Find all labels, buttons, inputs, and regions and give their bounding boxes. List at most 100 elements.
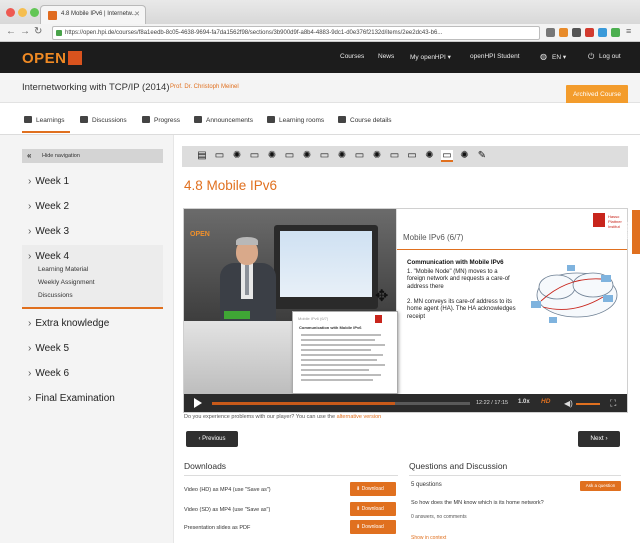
next-button[interactable]: Next ›	[578, 431, 620, 447]
sidebar-subitem-discussions[interactable]: Discussions	[38, 292, 73, 299]
chevron-right-icon: ›	[28, 226, 32, 237]
download-hd-video-button[interactable]: ⬇ Download	[350, 482, 396, 496]
nav-openhpi-student[interactable]: openHPI Student	[470, 53, 520, 60]
sidebar-item-label: Week 4	[35, 251, 70, 262]
extension-icon[interactable]	[559, 28, 568, 37]
sidebar-item-week-2[interactable]: › Week 2	[28, 201, 69, 212]
video-icon[interactable]: ▭	[441, 150, 453, 162]
forward-icon[interactable]: →	[20, 26, 30, 37]
edit-icon[interactable]: ✎	[476, 150, 488, 162]
previous-button[interactable]: ‹ Previous	[186, 431, 238, 447]
extension-icon[interactable]	[585, 28, 594, 37]
logo-text: OPEN	[22, 50, 67, 67]
site-header: OPEN Courses News My openHPI ▾ openHPI S…	[0, 42, 640, 73]
download-slides-button[interactable]: ⬇ Download	[350, 520, 396, 534]
feedback-tab[interactable]: Feedback	[624, 210, 640, 254]
preview-text-line	[301, 359, 377, 361]
download-sd-video-button[interactable]: ⬇ Download	[350, 502, 396, 516]
sidebar-item-week-5[interactable]: › Week 5	[28, 343, 69, 354]
volume-slider[interactable]	[576, 403, 600, 405]
close-tab-icon[interactable]: ✕	[134, 10, 140, 18]
video-icon[interactable]: ▭	[406, 150, 418, 162]
tools-icon[interactable]	[572, 28, 581, 37]
video-icon[interactable]: ▭	[284, 150, 296, 162]
playback-speed-button[interactable]: 1.0x	[518, 399, 530, 405]
extension-icon[interactable]	[598, 28, 607, 37]
seek-bar[interactable]	[212, 402, 470, 405]
window-minimize-button[interactable]	[18, 8, 27, 17]
tab-learnings[interactable]: Learnings	[24, 116, 65, 124]
video-icon[interactable]: ▭	[249, 150, 261, 162]
course-navigation: « Hide navigation	[0, 135, 174, 543]
slide-thumbnail-preview[interactable]: Mobile IPv6 (6/7) Communication with Mob…	[292, 311, 398, 394]
download-button-label: Download	[361, 524, 384, 530]
openhpi-logo[interactable]: OPEN	[22, 50, 82, 67]
sidebar-item-week-6[interactable]: › Week 6	[28, 368, 69, 379]
sidebar-item-week-4[interactable]: › Week 4	[28, 251, 69, 262]
question-title[interactable]: So how does the MN know which is its hom…	[411, 500, 544, 506]
reload-icon[interactable]: ↻	[34, 26, 42, 37]
volume-icon[interactable]: ◀)	[564, 399, 573, 408]
move-cursor-icon[interactable]: ✥	[375, 286, 388, 306]
sidebar-item-week-1[interactable]: › Week 1	[28, 176, 69, 187]
question-count: 5 questions	[411, 482, 442, 488]
url-field[interactable]: https://open.hpi.de/courses/f8a1eedb-8c0…	[52, 26, 540, 40]
video-icon[interactable]: ▭	[214, 150, 226, 162]
bulb-icon[interactable]: ✺	[424, 150, 436, 162]
slide-pane: Hasso Plattner Institut Mobile IPv6 (6/7…	[396, 209, 627, 394]
hd-toggle[interactable]: HD	[541, 398, 550, 405]
download-button-label: Download	[361, 486, 384, 492]
course-title[interactable]: Internetworking with TCP/IP (2014)	[22, 82, 170, 93]
bulb-icon[interactable]: ✺	[301, 150, 313, 162]
tab-course-details[interactable]: Course details	[338, 116, 392, 124]
menu-icon[interactable]: ≡	[626, 26, 631, 36]
extension-icon[interactable]	[611, 28, 620, 37]
video-player[interactable]: OPEN Hasso Plattner Institut Mobile IPv6…	[183, 208, 628, 413]
bulb-icon[interactable]: ✺	[459, 150, 471, 162]
questions-divider	[409, 475, 621, 476]
tab-progress[interactable]: Progress	[142, 116, 180, 124]
sidebar-item-extra-knowledge[interactable]: › Extra knowledge	[28, 318, 109, 329]
nav-logout[interactable]: Log out	[599, 53, 621, 60]
play-icon[interactable]	[194, 398, 202, 408]
bulb-icon[interactable]: ✺	[231, 150, 243, 162]
window-zoom-button[interactable]	[30, 8, 39, 17]
document-icon[interactable]: ▤	[196, 150, 208, 162]
tab-announcements[interactable]: Announcements	[194, 116, 253, 124]
fullscreen-icon[interactable]: ⛶	[610, 398, 616, 409]
sidebar-item-label: Week 2	[35, 201, 70, 212]
course-bar: Internetworking with TCP/IP (2014) Prof.…	[0, 73, 640, 103]
sidebar-subitem-learning-material[interactable]: Learning Material	[38, 266, 88, 273]
address-bar-row: ← → ↻ https://open.hpi.de/courses/f8a1ee…	[0, 24, 640, 42]
bulb-icon[interactable]: ✺	[266, 150, 278, 162]
ask-question-button[interactable]: Ask a question	[580, 481, 621, 491]
sidebar-item-final-examination[interactable]: › Final Examination	[28, 393, 115, 404]
video-icon[interactable]: ▭	[389, 150, 401, 162]
alternative-version-link[interactable]: alternative version	[337, 414, 382, 420]
show-in-context-link[interactable]: Show in context	[411, 535, 446, 541]
window-close-button[interactable]	[6, 8, 15, 17]
nav-courses[interactable]: Courses	[340, 53, 364, 60]
announcements-icon	[194, 116, 202, 123]
bulb-icon[interactable]: ✺	[336, 150, 348, 162]
tab-discussions[interactable]: Discussions	[80, 116, 127, 124]
browser-tab[interactable]: 4.8 Mobile IPv6 | Internetw... ✕	[40, 5, 146, 24]
video-icon[interactable]: ▭	[319, 150, 331, 162]
hide-navigation-button[interactable]: « Hide navigation	[22, 149, 163, 163]
learning-rooms-icon	[267, 116, 275, 123]
chevron-right-icon: ›	[28, 318, 32, 329]
download-label-slides: Presentation slides as PDF	[184, 525, 251, 531]
tab-learning-rooms[interactable]: Learning rooms	[267, 116, 324, 124]
back-icon[interactable]: ←	[6, 26, 16, 37]
video-icon[interactable]: ▭	[354, 150, 366, 162]
hide-navigation-label: Hide navigation	[42, 153, 80, 159]
seek-progress	[212, 402, 396, 405]
download-button-label: Download	[361, 506, 384, 512]
sidebar-subitem-weekly-assignment[interactable]: Weekly Assignment	[38, 279, 95, 286]
nav-news[interactable]: News	[378, 53, 394, 60]
bulb-icon[interactable]: ✺	[371, 150, 383, 162]
nav-my-openhpi[interactable]: My openHPI ▾	[410, 53, 451, 61]
sidebar-item-week-3[interactable]: › Week 3	[28, 226, 69, 237]
search-icon[interactable]	[546, 28, 555, 37]
nav-language[interactable]: EN ▾	[552, 53, 566, 61]
